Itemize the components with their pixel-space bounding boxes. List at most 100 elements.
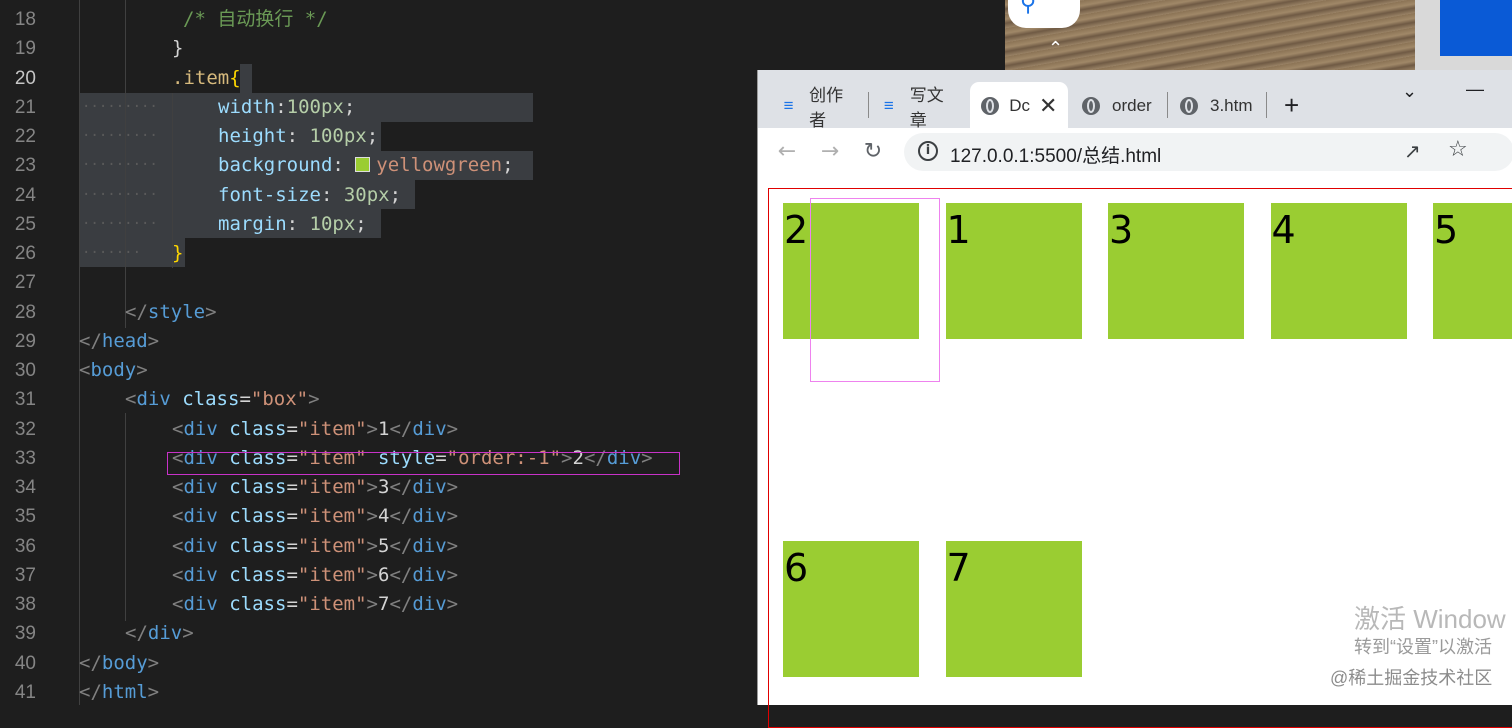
search-widget[interactable] [1008,0,1080,28]
code-token: div [136,388,171,411]
code-token: > [446,563,459,586]
url-text[interactable]: 127.0.0.1:5500/总结.html [950,141,1161,168]
line-number: 22 [14,126,36,147]
plus-icon[interactable]: + [1284,90,1299,121]
line-number: 20 [14,67,36,89]
close-icon[interactable]: ✕ [1039,93,1057,119]
code-token: </ [389,476,413,498]
close-tab-button[interactable]: ✕ [1039,83,1059,128]
code-token: ; [343,95,356,118]
code-token: class [182,388,240,411]
color-swatch [355,157,371,173]
whitespace-dots: ········· [82,98,158,115]
code-token: .item [172,66,230,89]
line-number: 38 [14,594,36,615]
address-bar[interactable]: i 127.0.0.1:5500/总结.html ↗ ☆ [904,133,1512,171]
tab-separator [868,92,869,118]
tab-3-html[interactable]: 3.htm [1178,83,1256,128]
code-token: > [446,505,459,528]
star-icon[interactable]: ☆ [1448,137,1468,162]
code-token: div [412,593,447,615]
code-token: < [79,359,91,381]
minimize-icon[interactable]: — [1466,79,1484,100]
whitespace-dots: ········· [82,215,158,232]
code-token: head [101,329,148,352]
code-token: div [412,505,447,528]
code-text: background: yellowgreen; [218,151,514,180]
code-line[interactable]: 19} [0,34,1005,63]
code-token: </ [125,622,148,645]
code-token: "box" [250,388,309,411]
chevron-up-icon[interactable]: ⌃ [1048,38,1063,59]
code-text: </head> [79,327,159,356]
code-token: = [286,417,298,440]
search-icon[interactable]: ⚲ [1020,0,1036,17]
whitespace-dots: ········· [82,157,158,174]
site-credit: @稀土掘金技术社区 [1330,668,1493,688]
reload-button[interactable]: ↻ [858,136,888,166]
code-token: </ [389,505,413,528]
code-token: = [286,593,298,615]
code-token: margin [218,212,287,235]
tab-write-article[interactable]: ≡ 写文章 [878,83,960,129]
line-number: 18 [14,9,36,30]
line-number: 19 [14,38,36,60]
code-text: <div class="item">1</div> [172,415,458,444]
tab-creator[interactable]: ≡ 创作者 [778,83,858,129]
code-token: > [366,593,378,615]
forward-button[interactable]: → [815,136,845,166]
code-token: > [205,300,217,323]
watermark-title: 激活 Window [1354,604,1506,634]
line-number: 32 [14,418,36,440]
code-text: margin: 10px; [218,210,367,239]
code-token: < [172,593,184,615]
code-token: class [229,505,287,528]
tab-order[interactable]: order [1080,83,1170,128]
back-button[interactable]: ← [772,136,802,166]
chevron-down-icon[interactable]: ⌄ [1402,81,1417,102]
new-tab-button[interactable]: + [1284,83,1310,128]
line-number: 27 [14,272,36,294]
line-number: 29 [14,330,36,352]
code-token: ; [389,183,402,206]
code-token: height [218,125,287,147]
line-number: 41 [14,681,36,703]
code-token: < [172,476,184,498]
code-token: font-size [218,183,321,206]
code-text: </style> [125,298,217,327]
code-token: "item" [297,534,367,557]
code-token: > [147,329,160,352]
code-text: font-size: 30px; [218,181,401,210]
code-token: < [172,505,184,528]
flex-item: 5 [1433,203,1512,339]
tab-search-button[interactable]: ⌄ [1402,72,1426,110]
tab-separator [1167,92,1168,118]
arrow-left-icon[interactable]: ← [778,139,796,164]
reload-icon[interactable]: ↻ [864,139,882,164]
arrow-right-icon[interactable]: → [821,139,839,164]
info-icon[interactable]: i [918,141,938,161]
code-token: > [446,476,459,498]
code-token: > [446,417,459,440]
tab-document[interactable]: Dc [980,83,1030,128]
code-token: class [229,534,287,557]
code-token: > [182,622,194,645]
code-token: < [172,563,184,586]
flex-item: 3 [1108,203,1244,339]
code-token: > [446,593,459,615]
code-token: </ [389,593,413,615]
share-icon[interactable]: ↗ [1404,139,1421,163]
minimize-button[interactable]: — [1466,70,1490,108]
tab-label: 3.htm [1210,95,1253,115]
code-token: div [183,505,218,528]
code-line[interactable]: 18 /* 自动换行 */ [0,5,1005,34]
tab-bar: ≡ 创作者 ≡ 写文章 Dc ✕ order 3.htm + ⌄ — [758,70,1512,128]
code-token: class [229,563,287,586]
code-token: /* 自动换行 */ [183,8,328,30]
line-number: 28 [14,301,36,323]
code-token: class [229,593,287,615]
code-text: </div> [125,619,194,648]
code-token: "item" [297,563,367,586]
